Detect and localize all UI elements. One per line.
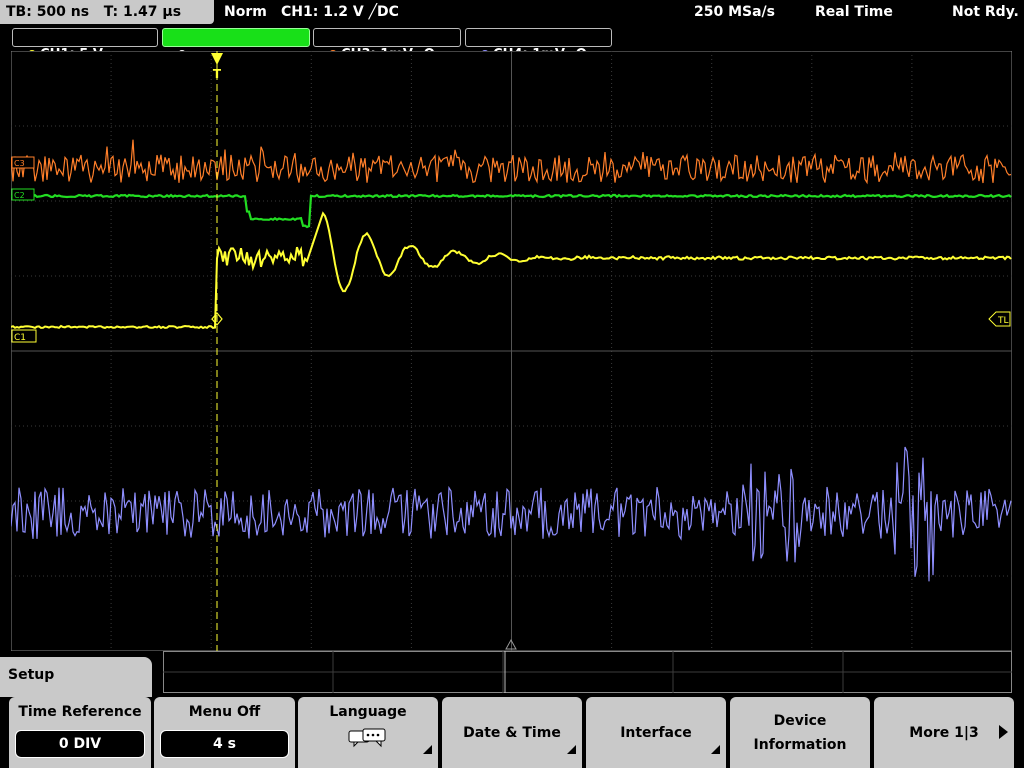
menu-title: Setup xyxy=(0,657,152,697)
date-time-softkey[interactable]: Date & Time xyxy=(442,697,582,768)
time-reference-softkey[interactable]: Time Reference 0 DIV xyxy=(9,697,151,768)
status-bar: TB: 500 ns T: 1.47 µs Norm CH1: 1.2 V ╱D… xyxy=(0,0,1024,26)
channel-tab-ch1[interactable]: CH1: 5 V≃ xyxy=(12,28,158,62)
interface-softkey[interactable]: Interface xyxy=(586,697,726,768)
device-information-label-line1: Device xyxy=(773,712,827,729)
trigger-mode[interactable]: Norm xyxy=(224,0,267,24)
trigger-info[interactable]: CH1: 1.2 V ╱DC xyxy=(281,0,399,24)
trigger-position-label: T xyxy=(213,67,222,81)
menu-off-softkey[interactable]: Menu Off 4 s xyxy=(154,697,295,768)
trigger-level-label: TL xyxy=(997,316,1009,326)
ch1-marker-label: C1 xyxy=(14,333,26,343)
ch2-marker-label: C2 xyxy=(14,191,25,200)
interface-label: Interface xyxy=(620,724,692,741)
acquisition-mode: Real Time xyxy=(815,4,893,20)
device-information-label-line2: Information xyxy=(753,736,847,753)
ch3-marker-label: C3 xyxy=(14,159,25,168)
time-reference-value[interactable]: 0 DIV xyxy=(15,730,145,758)
trigger-status: Not Rdy. xyxy=(952,4,1019,20)
language-softkey[interactable]: Language xyxy=(298,697,438,768)
language-label: Language xyxy=(329,704,407,720)
submenu-indicator-icon xyxy=(423,745,432,754)
zoom-strip xyxy=(163,651,1012,693)
more-label: More 1|3 xyxy=(909,724,979,741)
speech-bubble-icon xyxy=(348,728,386,748)
ch3-offset-marker[interactable]: C3 xyxy=(11,156,35,169)
menu-off-value[interactable]: 4 s xyxy=(160,730,289,758)
next-page-arrow-icon xyxy=(999,725,1008,739)
date-time-label: Date & Time xyxy=(463,724,561,741)
waveform-display[interactable]: T C3 C2 C1 TL xyxy=(11,51,1012,651)
menu-off-label: Menu Off xyxy=(188,704,261,720)
ch2-offset-marker[interactable]: C2 xyxy=(11,188,35,201)
channel-tab-ch2[interactable]: CH2: 20 mV≃Ω xyxy=(162,28,310,62)
channel-tab-ch3[interactable]: CH3: 1mV≃Ω xyxy=(313,28,461,62)
time-reference-label: Time Reference xyxy=(18,704,142,720)
submenu-indicator-icon xyxy=(567,745,576,754)
more-softkey[interactable]: More 1|3 xyxy=(874,697,1014,768)
timebase-readout[interactable]: TB: 500 ns T: 1.47 µs xyxy=(0,0,214,24)
sample-rate: 250 MSa/s xyxy=(694,4,776,20)
ch1-offset-marker[interactable]: C1 xyxy=(11,329,37,343)
device-information-softkey[interactable]: Device Information xyxy=(730,697,870,768)
channel-tab-ch4[interactable]: CH4: 1mV≃Ω xyxy=(465,28,612,62)
submenu-indicator-icon xyxy=(711,745,720,754)
